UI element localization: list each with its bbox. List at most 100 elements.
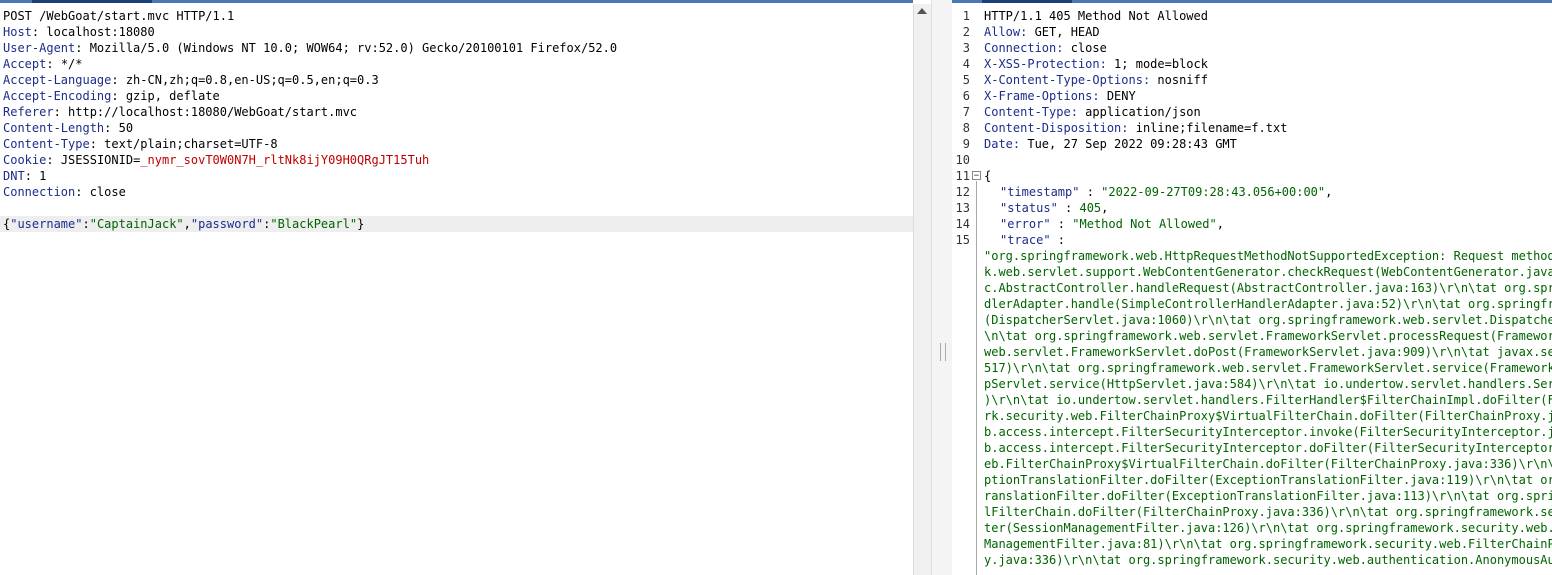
request-header-line[interactable]: Accept-Encoding: gzip, deflate <box>3 88 220 104</box>
response-header-line[interactable]: { <box>984 168 991 184</box>
response-header-line[interactable]: Allow: GET, HEAD <box>984 24 1100 40</box>
request-header-line[interactable]: Referer: http://localhost:18080/WebGoat/… <box>3 104 357 120</box>
response-header-line[interactable]: Content-Type: application/json <box>984 104 1201 120</box>
json-comma: , <box>1216 217 1224 231</box>
fold-guide-line <box>976 181 977 575</box>
request-tab-strip <box>0 0 913 3</box>
header-value: JSESSIONID= <box>53 153 141 167</box>
request-header-line[interactable]: DNT: 1 <box>3 168 46 184</box>
splitter-grip-icon[interactable] <box>940 343 946 361</box>
response-json-line[interactable]: "timestamp" : "2022-09-27T09:28:43.056+0… <box>1000 184 1332 200</box>
response-json-line[interactable]: "status" : 405, <box>1000 200 1108 216</box>
line-number: 9 <box>962 137 970 151</box>
trace-text-line: lFilterChain.doFilter(FilterChainProxy.j… <box>984 505 1552 519</box>
request-header-line[interactable]: Host: localhost:18080 <box>3 24 155 40</box>
request-header-line[interactable]: Connection: close <box>3 184 126 200</box>
header-name: Accept <box>3 57 47 71</box>
json-separator: : <box>1079 185 1102 199</box>
trace-text-line: pServlet.service(HttpServlet.java:584)\r… <box>984 377 1552 391</box>
line-number: 5 <box>962 73 970 87</box>
response-header-line[interactable]: HTTP/1.1 405 Method Not Allowed <box>984 8 1208 24</box>
request-vertical-scrollbar[interactable] <box>913 4 931 575</box>
response-json-line[interactable]: "trace" : <box>1000 232 1065 248</box>
json-separator: : <box>1050 217 1073 231</box>
response-header-value: application/json <box>1077 105 1201 119</box>
response-header-name: { <box>984 169 992 183</box>
response-header-value: GET, HEAD <box>1027 25 1100 39</box>
trace-text-line: ranslationFilter.doFilter(ExceptionTrans… <box>984 489 1552 503</box>
response-header-name: Content-Type: <box>984 105 1078 119</box>
trace-text-line: eb.FilterChainProxy$VirtualFilterChain.d… <box>984 457 1552 471</box>
header-name: Connection <box>3 185 76 199</box>
line-number: 14 <box>955 217 970 231</box>
json-value-username: "CaptainJack" <box>89 217 184 231</box>
line-number: 4 <box>962 57 970 71</box>
response-header-line[interactable]: Connection: close <box>984 40 1107 56</box>
request-header-line[interactable]: User-Agent: Mozilla/5.0 (Windows NT 10.0… <box>3 40 617 56</box>
header-colon: : <box>111 89 119 103</box>
header-colon: : <box>111 73 119 87</box>
response-json-line[interactable]: "error" : "Method Not Allowed", <box>1000 216 1224 232</box>
response-header-name: X-Frame-Options: <box>984 89 1100 103</box>
header-name: Referer <box>3 105 54 119</box>
line-number: 1 <box>962 9 970 23</box>
response-header-value: inline;filename=f.txt <box>1128 121 1288 135</box>
response-header-line[interactable]: X-XSS-Protection: 1; mode=block <box>984 56 1208 72</box>
request-header-line[interactable]: Accept: */* <box>3 56 83 72</box>
request-header-line[interactable]: Content-Type: text/plain;charset=UTF-8 <box>3 136 278 152</box>
response-header-line[interactable]: X-Frame-Options: DENY <box>984 88 1136 104</box>
request-header-line[interactable]: Cookie: JSESSIONID=_nymr_sovT0W0N7H_rltN… <box>3 152 429 168</box>
json-comma: , <box>183 217 191 231</box>
json-key-username: "username" <box>10 217 83 231</box>
response-header-line[interactable]: Content-Disposition: inline;filename=f.t… <box>984 120 1287 136</box>
trace-text-line: b.access.intercept.FilterSecurityInterce… <box>984 441 1552 455</box>
response-header-name: X-Content-Type-Options: <box>984 73 1151 87</box>
request-editor[interactable]: POST /WebGoat/start.mvc HTTP/1.1 Host: lo… <box>0 0 913 575</box>
json-key: "trace" <box>1000 233 1051 247</box>
header-colon: : <box>46 57 54 71</box>
fold-toggle-icon[interactable]: − <box>972 171 981 181</box>
json-separator: : <box>1050 233 1066 247</box>
response-header-line[interactable]: X-Content-Type-Options: nosniff <box>984 72 1208 88</box>
trace-text-line: ter(SessionManagementFilter.java:126)\r\… <box>984 521 1552 535</box>
header-name: Content-Length <box>3 121 105 135</box>
trace-text-line: b.access.intercept.FilterSecurityInterce… <box>984 425 1552 439</box>
header-name: Content-Type <box>3 137 90 151</box>
request-header-line[interactable]: Content-Length: 50 <box>3 120 133 136</box>
response-editor[interactable]: 1 HTTP/1.1 405 Method Not Allowed 2 Allow: … <box>952 0 1552 575</box>
trace-text-line: c.AbstractController.handleRequest(Abstr… <box>984 281 1552 295</box>
pane-splitter[interactable] <box>931 0 954 575</box>
response-header-name: HTTP/1.1 405 Method Not Allowed <box>984 9 1208 23</box>
json-colon: : <box>82 217 90 231</box>
scroll-up-arrow-icon[interactable] <box>917 8 927 14</box>
request-body-line[interactable]: {"username":"CaptainJack","password":"Bl… <box>0 216 913 232</box>
trace-text-line: web.servlet.FrameworkServlet.doPost(Fram… <box>984 345 1552 359</box>
header-colon: : <box>46 153 54 167</box>
line-number: 10 <box>955 153 970 167</box>
response-header-value: close <box>1063 41 1107 55</box>
response-header-line[interactable]: Date: Tue, 27 Sep 2022 09:28:43 GMT <box>984 136 1237 152</box>
response-header-value: 1; mode=block <box>1106 57 1208 71</box>
header-value: text/plain;charset=UTF-8 <box>96 137 278 151</box>
json-value: "Method Not Allowed" <box>1072 217 1217 231</box>
response-header-name: Connection: <box>984 41 1064 55</box>
response-header-value: DENY <box>1099 89 1136 103</box>
request-header-line[interactable]: Accept-Language: zh-CN,zh;q=0.8,en-US;q=… <box>3 72 379 88</box>
response-tab-indicator <box>982 0 1072 3</box>
line-number: 7 <box>962 105 970 119</box>
trace-text-line: ManagementFilter.java:81)\r\n\tat org.sp… <box>984 537 1552 551</box>
response-header-name: Date: <box>984 137 1021 151</box>
request-line[interactable]: POST /WebGoat/start.mvc HTTP/1.1 <box>3 8 234 24</box>
trace-text-line: "org.springframework.web.HttpRequestMeth… <box>984 249 1552 263</box>
header-value: gzip, deflate <box>118 89 220 103</box>
trace-text-line: ptionTranslationFilter.doFilter(Exceptio… <box>984 473 1552 487</box>
header-value: Mozilla/5.0 (Windows NT 10.0; WOW64; rv:… <box>82 41 618 55</box>
json-key: "timestamp" <box>1000 185 1080 199</box>
json-value-password: "BlackPearl" <box>270 217 358 231</box>
header-name: Host <box>3 25 32 39</box>
json-key-password: "password" <box>190 217 264 231</box>
trace-text-line: y.java:336)\r\n\tat org.springframework.… <box>984 553 1552 567</box>
line-number: 3 <box>962 41 970 55</box>
header-value: zh-CN,zh;q=0.8,en-US;q=0.5,en;q=0.3 <box>118 73 379 87</box>
header-name: Accept-Encoding <box>3 89 112 103</box>
